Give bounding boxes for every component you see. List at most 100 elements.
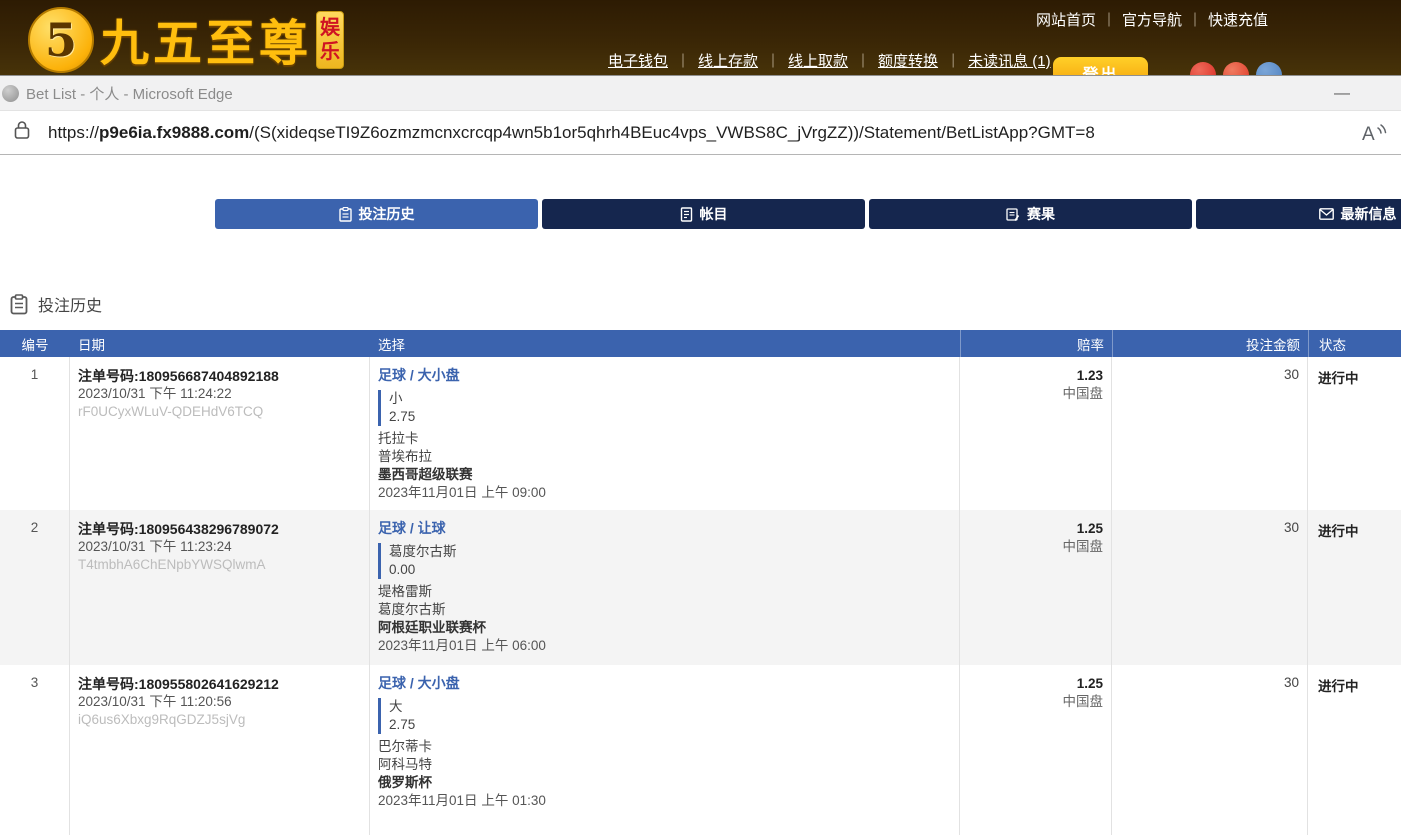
pick: 葛度尔古斯: [389, 543, 949, 561]
ticket-number: 注单号码:180955802641629212: [78, 675, 357, 693]
tab-label: 帐目: [700, 204, 728, 224]
pick-box: 小 2.75: [378, 390, 949, 426]
quick-app-icons: [1190, 62, 1282, 75]
col-header-no: 编号: [0, 333, 70, 354]
red-app-icon[interactable]: [1190, 62, 1216, 75]
date-cell: 注单号码:180955802641629212 2023/10/31 下午 11…: [70, 665, 370, 835]
placed-time: 2023/10/31 下午 11:20:56: [78, 693, 357, 711]
read-aloud-icon[interactable]: A: [1359, 119, 1389, 147]
clipboard-icon: [10, 294, 28, 315]
league-name: 墨西哥超级联赛: [378, 466, 949, 484]
col-header-selection: 选择: [370, 333, 960, 354]
tab-accounts[interactable]: 帐目: [542, 199, 865, 229]
row-number: 3: [0, 665, 70, 835]
nav-guide-link[interactable]: 官方导航: [1096, 9, 1182, 30]
tab-label: 最新信息: [1341, 204, 1397, 224]
edge-popup-window: Bet List - 个人 - Microsoft Edge — https:/…: [0, 75, 1401, 819]
selection-cell: 足球 / 大小盘 大 2.75 巴尔蒂卡 阿科马特 俄罗斯杯 2023年11月0…: [370, 665, 960, 835]
odds-value: 1.25: [960, 675, 1103, 693]
ticket-number: 注单号码:180956687404892188: [78, 367, 357, 385]
ledger-icon: [680, 207, 693, 222]
bet-status: 进行中: [1308, 665, 1401, 835]
league-name: 阿根廷职业联赛杯: [378, 619, 949, 637]
tab-bet-history[interactable]: 投注历史: [215, 199, 538, 229]
bet-amount: 30: [1112, 357, 1308, 510]
address-url[interactable]: https://p9e6ia.fx9888.com/(S(xideqseTI9Z…: [48, 123, 1095, 143]
event-time: 2023年11月01日 上午 06:00: [378, 637, 949, 655]
odds-cell: 1.25 中国盘: [960, 665, 1112, 835]
nav-home-link[interactable]: 网站首页: [1036, 9, 1096, 30]
pick: 小: [389, 390, 949, 408]
away-team: 普埃布拉: [378, 448, 949, 466]
results-icon: [1006, 207, 1020, 222]
minimize-button[interactable]: —: [1327, 76, 1357, 111]
col-header-amount: 投注金额: [1112, 330, 1308, 357]
brand-badge: 娱 乐: [316, 11, 344, 69]
date-cell: 注单号码:180956438296789072 2023/10/31 下午 11…: [70, 510, 370, 665]
bet-status: 进行中: [1308, 510, 1401, 665]
odds-type: 中国盘: [960, 693, 1103, 711]
odds-type: 中国盘: [960, 538, 1103, 556]
odds-type: 中国盘: [960, 385, 1103, 403]
pick-box: 大 2.75: [378, 698, 949, 734]
pick: 大: [389, 698, 949, 716]
market-link[interactable]: 足球 / 大小盘: [378, 674, 460, 692]
row-number: 2: [0, 510, 70, 665]
odds-value: 1.25: [960, 520, 1103, 538]
table-row: 1 注单号码:180956687404892188 2023/10/31 下午 …: [0, 357, 1401, 510]
market-link[interactable]: 足球 / 让球: [378, 519, 446, 537]
nav-transfer-link[interactable]: 额度转换: [848, 50, 938, 71]
flag-app-icon[interactable]: [1223, 62, 1249, 75]
top-nav: 网站首页 官方导航 快速充值: [1036, 9, 1268, 30]
home-team: 巴尔蒂卡: [378, 738, 949, 756]
odds-value: 1.23: [960, 367, 1103, 385]
ref-code: rF0UCyxWLuV-QDEHdV6TCQ: [78, 403, 357, 421]
section-title-text: 投注历史: [38, 292, 102, 316]
ticket-number: 注单号码:180956438296789072: [78, 520, 357, 538]
tab-label: 赛果: [1027, 204, 1055, 224]
window-titlebar[interactable]: Bet List - 个人 - Microsoft Edge —: [0, 76, 1401, 111]
event-time: 2023年11月01日 上午 09:00: [378, 484, 949, 502]
lock-icon[interactable]: [13, 120, 31, 145]
tab-latest-news[interactable]: 最新信息: [1196, 199, 1401, 229]
window-title: Bet List - 个人 - Microsoft Edge: [26, 83, 233, 104]
site-header: 5 九五至尊 娱 乐 网站首页 官方导航 快速充值 电子钱包 线上存款 线上取款…: [0, 0, 1401, 75]
nav-deposit-link[interactable]: 线上存款: [668, 50, 758, 71]
nav-recharge-link[interactable]: 快速充值: [1182, 9, 1268, 30]
tab-results[interactable]: 赛果: [869, 199, 1192, 229]
page-content: 投注历史 帐目 赛果 最新信息 投注历史 编号 日期 选择: [0, 199, 1401, 835]
tab-label: 投注历史: [359, 204, 415, 224]
logo-5-icon: 5: [28, 7, 94, 73]
table-header: 编号 日期 选择 赔率 投注金额 状态: [0, 330, 1401, 357]
statement-tabs: 投注历史 帐目 赛果 最新信息: [0, 199, 1401, 229]
market-link[interactable]: 足球 / 大小盘: [378, 366, 460, 384]
envelope-icon: [1319, 208, 1334, 220]
logout-button[interactable]: 登出: [1053, 57, 1148, 75]
placed-time: 2023/10/31 下午 11:23:24: [78, 538, 357, 556]
bet-amount: 30: [1112, 665, 1308, 835]
bet-amount: 30: [1112, 510, 1308, 665]
handicap: 2.75: [389, 716, 949, 734]
site-logo[interactable]: 5 九五至尊 娱 乐: [28, 4, 344, 75]
nav-messages-link[interactable]: 未读讯息 (1): [938, 50, 1051, 71]
globe-app-icon[interactable]: [1256, 62, 1282, 75]
ref-code: iQ6us6Xbxg9RqGDZJ5sjVg: [78, 711, 357, 729]
handicap: 2.75: [389, 408, 949, 426]
table-row: 2 注单号码:180956438296789072 2023/10/31 下午 …: [0, 510, 1401, 665]
bet-history-table: 编号 日期 选择 赔率 投注金额 状态 1 注单号码:1809566874048…: [0, 330, 1401, 835]
odds-cell: 1.25 中国盘: [960, 510, 1112, 665]
url-scheme: https://: [48, 123, 99, 142]
svg-text:A: A: [1362, 124, 1375, 145]
wallet-nav: 电子钱包 线上存款 线上取款 额度转换 未读讯息 (1): [608, 50, 1051, 71]
home-team: 堤格雷斯: [378, 583, 949, 601]
col-header-odds: 赔率: [960, 330, 1112, 357]
badge-char: 乐: [320, 40, 340, 64]
browser-urlbar[interactable]: https://p9e6ia.fx9888.com/(S(xideqseTI9Z…: [0, 111, 1401, 155]
home-team: 托拉卡: [378, 430, 949, 448]
nav-ewallet-link[interactable]: 电子钱包: [608, 50, 668, 71]
nav-withdraw-link[interactable]: 线上取款: [758, 50, 848, 71]
event-time: 2023年11月01日 上午 01:30: [378, 792, 949, 810]
handicap: 0.00: [389, 561, 949, 579]
pick-box: 葛度尔古斯 0.00: [378, 543, 949, 579]
odds-cell: 1.23 中国盘: [960, 357, 1112, 510]
